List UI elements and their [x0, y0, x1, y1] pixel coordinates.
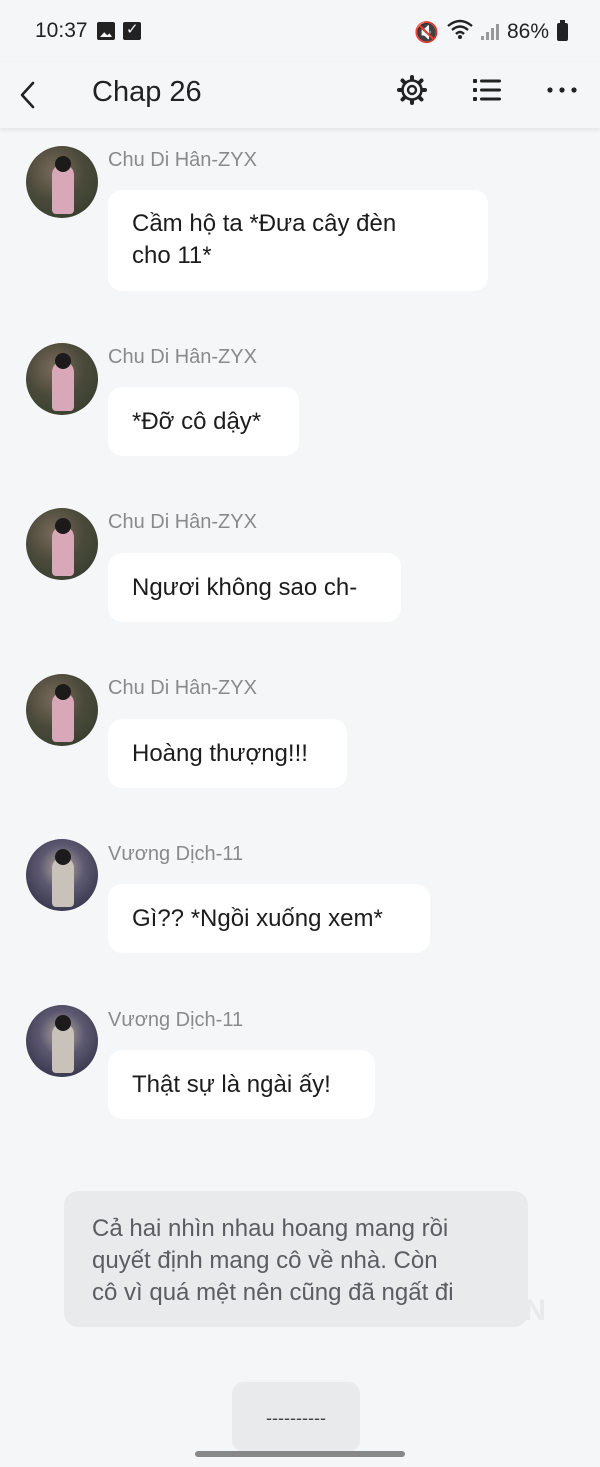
message-bubble[interactable]: Gì?? *Ngồi xuống xem* [108, 884, 430, 953]
mute-icon: 🔇 [414, 21, 439, 44]
avatar[interactable] [26, 146, 98, 218]
back-button[interactable] [14, 70, 54, 120]
chapter-list-button[interactable] [467, 71, 507, 111]
sender-name: Vương Dịch-11 [108, 1009, 244, 1031]
list-icon [473, 79, 501, 101]
gallery-icon [97, 22, 115, 40]
avatar[interactable] [26, 508, 98, 580]
message-bubble[interactable]: *Đỡ cô dậy* [108, 387, 299, 456]
avatar[interactable] [26, 1005, 98, 1077]
sender-name: Vương Dịch-11 [108, 843, 244, 865]
signal-icon [480, 24, 499, 40]
back-arrow-icon [20, 81, 35, 109]
message-text-line: Cầm hộ ta *Đưa cây đèn [132, 210, 397, 237]
status-bar: 10:37 🔇 86% [0, 0, 600, 62]
status-time: 10:37 [35, 19, 88, 42]
settings-button[interactable] [392, 71, 432, 111]
avatar[interactable] [26, 674, 98, 746]
message-text-line: Hoàng thượng!!! [132, 740, 308, 767]
message-text-line: cho 11* [132, 242, 212, 269]
sender-name: Chu Di Hân-ZYX [108, 677, 257, 699]
message-bubble[interactable]: Thật sự là ngài ấy! [108, 1050, 375, 1119]
more-dots-icon [547, 87, 577, 93]
app-bar: Chap 26 [0, 62, 600, 128]
message-text-line: *Đỡ cô dậy* [132, 408, 262, 435]
message-text-line: Gì?? *Ngồi xuống xem* [132, 905, 383, 932]
page-title: Chap 26 [92, 76, 202, 108]
narration-line: cô vì quá mệt nên cũng đã ngất đi [92, 1279, 454, 1306]
watermark: ON [500, 1294, 547, 1327]
message-bubble[interactable]: Hoàng thượng!!! [108, 719, 347, 788]
narration-line: Cả hai nhìn nhau hoang mang rồi [92, 1215, 449, 1242]
narration-line: quyết định mang cô về nhà. Còn [92, 1247, 438, 1274]
wifi-icon [447, 19, 473, 45]
message-text-line: Ngươi không sao ch- [132, 574, 358, 601]
message-bubble[interactable]: Cầm hộ ta *Đưa cây đèn cho 11* [108, 190, 488, 291]
status-notification-icons [97, 20, 141, 40]
battery-icon [557, 20, 568, 41]
gear-icon [397, 75, 427, 105]
chapter-divider: ---------- [232, 1382, 360, 1452]
message-text-line: Thật sự là ngài ấy! [132, 1071, 331, 1098]
checkbox-icon [123, 20, 141, 40]
sender-name: Chu Di Hân-ZYX [108, 511, 257, 533]
narration-box: Cả hai nhìn nhau hoang mang rồi quyết đị… [64, 1191, 528, 1327]
home-indicator[interactable] [195, 1451, 405, 1457]
status-right: 🔇 86% [414, 19, 568, 45]
battery-percent: 86% [506, 20, 549, 43]
avatar[interactable] [26, 343, 98, 415]
more-options-button[interactable] [542, 71, 582, 111]
avatar[interactable] [26, 839, 98, 911]
message-bubble[interactable]: Ngươi không sao ch- [108, 553, 401, 622]
sender-name: Chu Di Hân-ZYX [108, 149, 257, 171]
sender-name: Chu Di Hân-ZYX [108, 346, 257, 368]
